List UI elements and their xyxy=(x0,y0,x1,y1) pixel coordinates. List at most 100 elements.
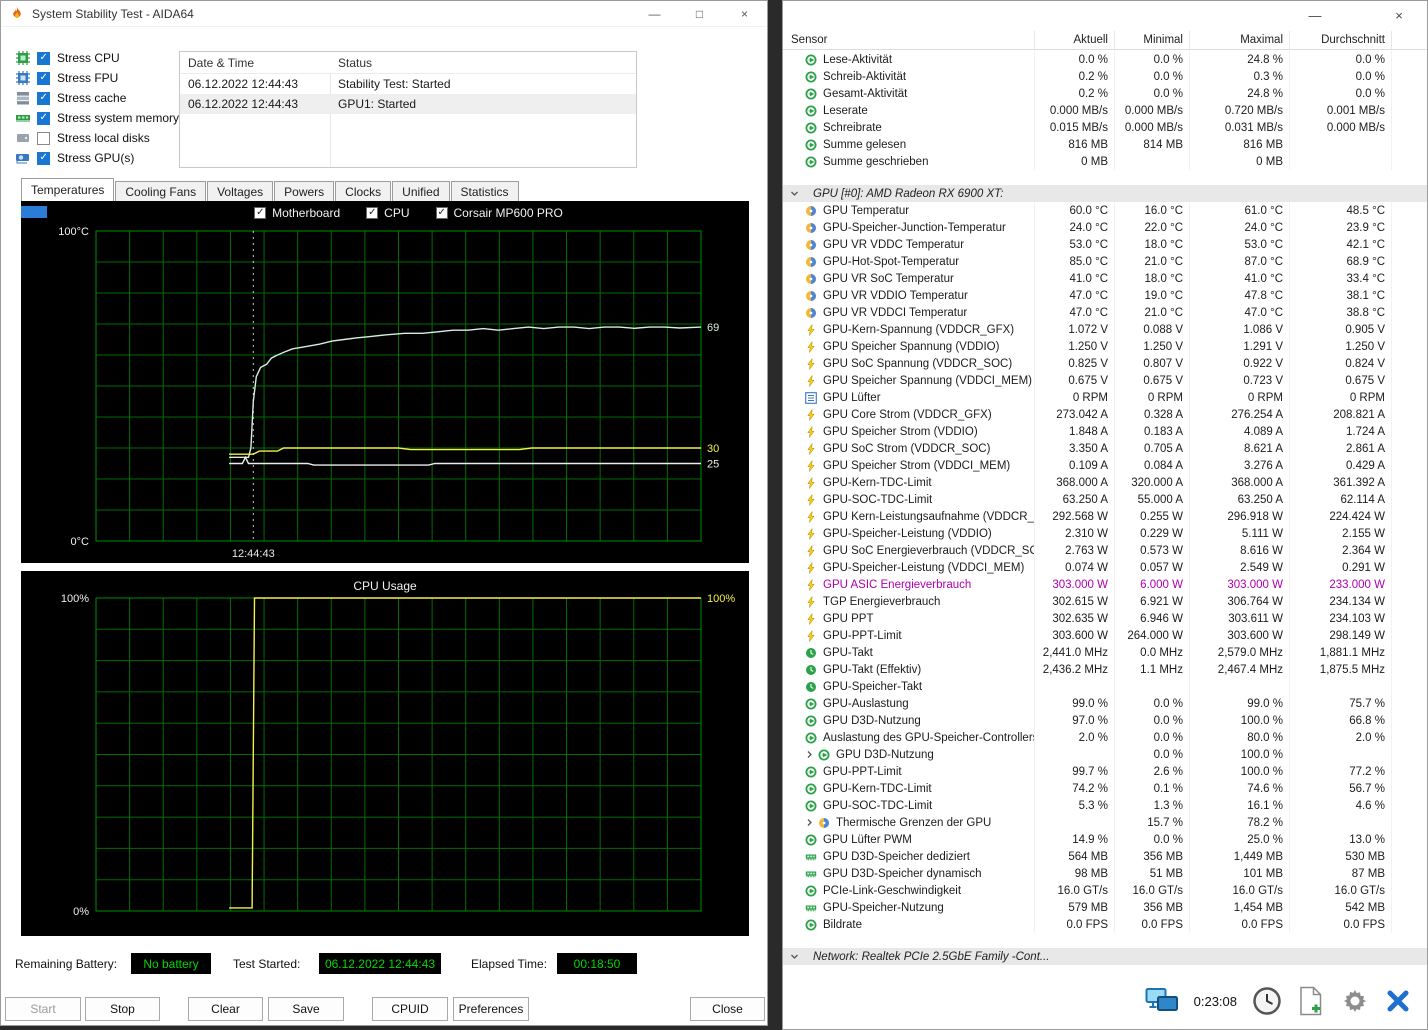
tab-powers[interactable]: Powers xyxy=(274,181,335,201)
tab-clocks[interactable]: Clocks xyxy=(335,181,392,201)
stress-option-stress-cache[interactable]: Stress cache xyxy=(15,88,179,108)
minimize-button[interactable]: — xyxy=(1295,4,1335,26)
stress-checkbox[interactable] xyxy=(37,111,50,125)
sensor-row[interactable]: GPU Temperatur 60.0 °C 16.0 °C 61.0 °C 48.5 … xyxy=(783,202,1427,219)
new-report-icon[interactable] xyxy=(1297,986,1325,1016)
sensor-row[interactable]: GPU VR SoC Temperatur 41.0 °C 18.0 °C 41.0 … xyxy=(783,270,1427,287)
sensor-row[interactable]: GPU Speicher Spannung (VDDCI_MEM) 0.675 V… xyxy=(783,372,1427,389)
sensor-row[interactable]: Schreib-Aktivität 0.2 % 0.0 % 0.3 % 0.0 % xyxy=(783,68,1427,85)
sensor-row[interactable]: GPU-SOC-TDC-Limit 5.3 % 1.3 % 16.1 % 4.6 % xyxy=(783,797,1427,814)
legend-checkbox[interactable] xyxy=(366,207,379,219)
tab-temperatures[interactable]: Temperatures xyxy=(21,178,115,201)
sensor-row[interactable]: GPU-Speicher-Leistung (VDDCI_MEM) 0.074 W… xyxy=(783,559,1427,576)
activity-gauge-icon xyxy=(805,139,817,151)
sensor-row[interactable]: GPU-Speicher-Leistung (VDDIO) 2.310 W 0.22… xyxy=(783,525,1427,542)
sensor-group-header[interactable]: Network: Realtek PCIe 2.5GbE Family -Con… xyxy=(783,948,1427,965)
sensor-row[interactable]: GPU-SOC-TDC-Limit 63.250 A 55.000 A 63.250 … xyxy=(783,491,1427,508)
sensor-row[interactable]: GPU-Kern-TDC-Limit 368.000 A 320.000 A 368.… xyxy=(783,474,1427,491)
save-button[interactable]: Save xyxy=(268,997,344,1021)
sensor-row[interactable]: GPU VR VDDCI Temperatur 47.0 °C 21.0 °C 47.… xyxy=(783,304,1427,321)
stress-checkbox[interactable] xyxy=(37,151,50,165)
sensor-row[interactable]: GPU D3D-Speicher dediziert 564 MB 356 MB 1,… xyxy=(783,848,1427,865)
stress-checkbox[interactable] xyxy=(37,91,50,105)
sensor-row[interactable]: Summe geschrieben 0 MB 0 MB xyxy=(783,153,1427,170)
stress-option-stress-system-memory[interactable]: Stress system memory xyxy=(15,108,179,128)
sensor-row[interactable]: GPU D3D-Speicher dynamisch 98 MB 51 MB 101 … xyxy=(783,865,1427,882)
activity-gauge-icon xyxy=(805,54,817,66)
stress-option-stress-cpu[interactable]: Stress CPU xyxy=(15,48,179,68)
sensor-row[interactable]: GPU-Auslastung 99.0 % 0.0 % 99.0 % 75.7 % xyxy=(783,695,1427,712)
legend-item-motherboard[interactable]: Motherboard xyxy=(254,206,340,220)
stress-option-stress-fpu[interactable]: Stress FPU xyxy=(15,68,179,88)
sensor-row[interactable]: GPU-PPT-Limit 303.600 W 264.000 W 303.600 W… xyxy=(783,627,1427,644)
sensor-row[interactable]: Gesamt-Aktivität 0.2 % 0.0 % 24.8 % 0.0 % xyxy=(783,85,1427,102)
stress-checkbox[interactable] xyxy=(37,51,50,65)
network-computers-icon[interactable] xyxy=(1145,986,1179,1016)
close-button[interactable]: Close xyxy=(690,997,765,1021)
sensor-row[interactable]: GPU Speicher Spannung (VDDIO) 1.250 V 1.25… xyxy=(783,338,1427,355)
sensor-row[interactable]: GPU SoC Energieverbrauch (VDDCR_SOC) 2.76… xyxy=(783,542,1427,559)
sensor-row[interactable]: GPU-Hot-Spot-Temperatur 85.0 °C 21.0 °C 87.… xyxy=(783,253,1427,270)
legend-item-corsair-mp600-pro[interactable]: Corsair MP600 PRO xyxy=(435,206,563,220)
sensor-row[interactable]: GPU-PPT-Limit 99.7 % 2.6 % 100.0 % 77.2 % xyxy=(783,763,1427,780)
sensor-row[interactable]: GPU-Speicher-Takt xyxy=(783,678,1427,695)
close-x-icon[interactable] xyxy=(1385,988,1411,1014)
maximize-button[interactable]: □ xyxy=(677,1,722,26)
sensor-row[interactable]: Leserate 0.000 MB/s 0.000 MB/s 0.720 MB/s 0.… xyxy=(783,102,1427,119)
sensor-row[interactable]: GPU PPT 302.635 W 6.946 W 303.611 W 234.103 … xyxy=(783,610,1427,627)
sensor-row[interactable]: TGP Energieverbrauch 302.615 W 6.921 W 306.… xyxy=(783,593,1427,610)
sensor-row[interactable]: GPU-Speicher-Junction-Temperatur 24.0 °C 2… xyxy=(783,219,1427,236)
sensor-row[interactable]: GPU D3D-Nutzung 0.0 % 100.0 % xyxy=(783,746,1427,763)
preferences-button[interactable]: Preferences xyxy=(453,997,529,1021)
clear-button[interactable]: Clear xyxy=(188,997,263,1021)
sensor-row[interactable]: GPU-Takt (Effektiv) 2,436.2 MHz 1.1 MHz 2,4… xyxy=(783,661,1427,678)
start-button[interactable]: Start xyxy=(5,997,81,1021)
minimize-button[interactable]: — xyxy=(632,1,677,26)
sensor-row[interactable]: GPU Lüfter PWM 14.9 % 0.0 % 25.0 % 13.0 % xyxy=(783,831,1427,848)
close-button[interactable]: × xyxy=(722,1,767,26)
settings-gear-icon[interactable] xyxy=(1340,986,1370,1016)
sensor-row[interactable]: GPU VR VDDIO Temperatur 47.0 °C 19.0 °C 47.… xyxy=(783,287,1427,304)
chart-scroll-thumb[interactable] xyxy=(21,206,47,218)
sensor-row[interactable]: GPU D3D-Nutzung 97.0 % 0.0 % 100.0 % 66.8 % xyxy=(783,712,1427,729)
tab-statistics[interactable]: Statistics xyxy=(450,181,519,201)
sensor-row[interactable]: GPU Speicher Strom (VDDCI_MEM) 0.109 A 0.0… xyxy=(783,457,1427,474)
sensor-row[interactable]: Summe gelesen 816 MB 814 MB 816 MB xyxy=(783,136,1427,153)
sensor-row[interactable]: PCIe-Link-Geschwindigkeit 16.0 GT/s 16.0 G… xyxy=(783,882,1427,899)
sensor-row[interactable]: Bildrate 0.0 FPS 0.0 FPS 0.0 FPS 0.0 FPS xyxy=(783,916,1427,933)
sensor-row[interactable]: GPU Kern-Leistungsaufnahme (VDDCR_GFX)29… xyxy=(783,508,1427,525)
sensor-group-header[interactable]: GPU [#0]: AMD Radeon RX 6900 XT: xyxy=(783,185,1427,202)
sensor-row[interactable]: GPU SoC Strom (VDDCR_SOC) 3.350 A 0.705 A8… xyxy=(783,440,1427,457)
sensor-row[interactable]: GPU-Kern-TDC-Limit 74.2 % 0.1 % 74.6 % 56.7 … xyxy=(783,780,1427,797)
tab-unified[interactable]: Unified xyxy=(392,181,450,201)
sensor-row[interactable]: Auslastung des GPU-Speicher-Controllers 2… xyxy=(783,729,1427,746)
sensor-row[interactable]: Lese-Aktivität 0.0 % 0.0 % 24.8 % 0.0 % xyxy=(783,51,1427,68)
sensor-row[interactable]: GPU SoC Spannung (VDDCR_SOC) 0.825 V 0.807… xyxy=(783,355,1427,372)
stop-button[interactable]: Stop xyxy=(85,997,160,1021)
sensor-row[interactable]: GPU-Speicher-Nutzung 579 MB 356 MB 1,454 MB… xyxy=(783,899,1427,916)
legend-checkbox[interactable] xyxy=(254,207,267,219)
sensor-row[interactable]: GPU Core Strom (VDDCR_GFX) 273.042 A 0.328… xyxy=(783,406,1427,423)
sensor-row[interactable]: GPU VR VDDC Temperatur 53.0 °C 18.0 °C 53.0… xyxy=(783,236,1427,253)
log-row[interactable]: 06.12.2022 12:44:43 GPU1: Started xyxy=(180,94,636,114)
sensor-row[interactable]: Thermische Grenzen der GPU 15.7 % 78.2 % xyxy=(783,814,1427,831)
tab-voltages[interactable]: Voltages xyxy=(207,181,274,201)
stress-checkbox[interactable] xyxy=(37,131,50,145)
cpuid-button[interactable]: CPUID xyxy=(372,997,448,1021)
clock-icon[interactable] xyxy=(1252,986,1282,1016)
legend-item-cpu[interactable]: CPU xyxy=(366,206,410,220)
tab-cooling-fans[interactable]: Cooling Fans xyxy=(115,181,207,201)
sensor-row[interactable]: GPU Speicher Strom (VDDIO) 1.848 A 0.183 A… xyxy=(783,423,1427,440)
sensor-row[interactable]: GPU-Takt 2,441.0 MHz 0.0 MHz 2,579.0 MHz 1,8… xyxy=(783,644,1427,661)
legend-checkbox[interactable] xyxy=(435,207,448,219)
sensor-row[interactable]: GPU-Kern-Spannung (VDDCR_GFX) 1.072 V 0.08… xyxy=(783,321,1427,338)
log-row[interactable]: 06.12.2022 12:44:43 Stability Test: Start… xyxy=(180,74,636,94)
close-button[interactable]: × xyxy=(1379,4,1419,26)
stress-option-stress-gpu-s[interactable]: Stress GPU(s) xyxy=(15,148,179,168)
sensor-row[interactable]: GPU Lüfter 0 RPM 0 RPM 0 RPM 0 RPM xyxy=(783,389,1427,406)
stress-option-stress-local-disks[interactable]: Stress local disks xyxy=(15,128,179,148)
stress-checkbox[interactable] xyxy=(37,71,50,85)
activity-gauge-icon xyxy=(805,71,817,83)
sensor-row[interactable]: GPU ASIC Energieverbrauch 303.000 W 6.000 … xyxy=(783,576,1427,593)
sensor-row[interactable]: Schreibrate 0.015 MB/s 0.000 MB/s 0.031 MB/… xyxy=(783,119,1427,136)
